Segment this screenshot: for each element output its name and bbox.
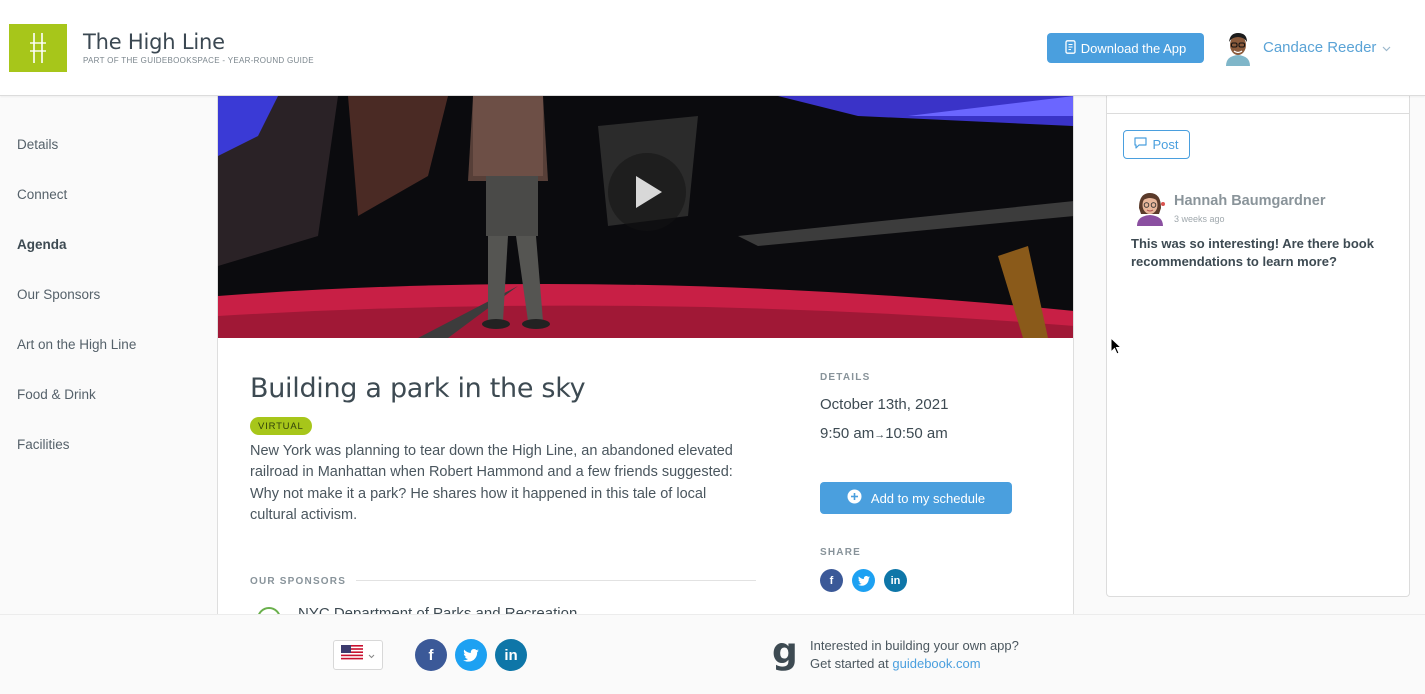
session-description: New York was planning to tear down the H… <box>250 443 733 523</box>
user-name: Candace Reeder <box>1263 39 1377 56</box>
comment-text: This was so interesting! Are there book … <box>1131 236 1374 269</box>
twitter-icon[interactable] <box>455 639 487 671</box>
session-video[interactable] <box>218 96 1073 338</box>
us-flag-icon <box>341 645 363 665</box>
add-to-schedule-label: Add to my schedule <box>870 490 986 506</box>
details-heading: DETAILS <box>820 372 871 383</box>
user-avatar[interactable] <box>1222 30 1254 66</box>
sponsors-heading: OUR SPONSORS <box>250 576 347 587</box>
sidebar-item-connect[interactable]: Connect <box>17 187 67 202</box>
download-app-button[interactable]: Download the App <box>1047 33 1204 63</box>
session-date: October 13th, 2021 <box>820 396 949 413</box>
footer-cta-prefix: Get started at <box>810 656 889 671</box>
play-icon[interactable] <box>608 153 686 231</box>
sidebar-item-details[interactable]: Details <box>17 137 58 152</box>
footer-social-icons: f in <box>415 639 527 671</box>
session-end-time: 10:50 am <box>885 425 948 442</box>
session-title: Building a park in the sky <box>250 373 586 404</box>
sidebar-item-food-drink[interactable]: Food & Drink <box>17 387 96 402</box>
add-to-schedule-button[interactable]: Add to my schedule <box>820 482 1012 514</box>
post-label: Post <box>1152 137 1179 152</box>
twitter-icon[interactable] <box>852 569 875 592</box>
high-line-logo-icon[interactable] <box>9 24 67 72</box>
chevron-down-icon <box>1382 39 1391 56</box>
sidebar-item-our-sponsors[interactable]: Our Sponsors <box>17 287 100 302</box>
footer-cta-line2: Get started at guidebook.com <box>810 656 981 671</box>
post-button[interactable]: Post <box>1123 130 1190 159</box>
download-app-label: Download the App <box>1080 40 1187 56</box>
comment-author[interactable]: Hannah Baumgardner <box>1174 193 1325 209</box>
app-subtitle: PART OF THE GUIDEBOOKSPACE - YEAR-ROUND … <box>83 56 314 65</box>
linkedin-icon[interactable]: in <box>495 639 527 671</box>
arrow-right-icon: → <box>874 429 886 441</box>
virtual-badge: VIRTUAL <box>250 417 312 435</box>
comment-icon <box>1134 137 1148 152</box>
language-selector[interactable] <box>333 640 383 670</box>
facebook-icon[interactable]: f <box>415 639 447 671</box>
page-footer: f in g Interested in building your own a… <box>0 614 1425 694</box>
nyc-parks-logo-icon <box>257 607 281 614</box>
commenter-avatar[interactable] <box>1134 190 1166 226</box>
app-title: The High Line <box>83 30 225 54</box>
comment-time: 3 weeks ago <box>1174 214 1225 224</box>
app-header: The High Line PART OF THE GUIDEBOOKSPACE… <box>0 0 1425 96</box>
cursor-icon <box>1110 336 1123 360</box>
guidebook-logo-icon[interactable]: g <box>772 634 798 670</box>
linkedin-icon[interactable]: in <box>884 569 907 592</box>
plus-circle-icon <box>847 489 862 507</box>
share-icons: f in <box>820 569 907 592</box>
session-time: 9:50 am→10:50 am <box>820 425 948 442</box>
sponsors-divider <box>356 580 756 581</box>
chevron-down-icon <box>368 646 375 664</box>
sponsor-item[interactable]: NYC Department of Parks and Recreation <box>298 605 577 614</box>
comments-panel: Post Hannah Baumgardner 3 weeks ago This… <box>1106 96 1410 597</box>
guidebook-link[interactable]: guidebook.com <box>892 656 980 671</box>
share-heading: SHARE <box>820 547 862 558</box>
session-detail: Building a park in the sky VIRTUAL New Y… <box>217 96 1074 614</box>
session-start-time: 9:50 am <box>820 425 875 442</box>
sidebar-item-facilities[interactable]: Facilities <box>17 437 70 452</box>
footer-cta-line1: Interested in building your own app? <box>810 638 1019 653</box>
facebook-icon[interactable]: f <box>820 569 843 592</box>
panel-divider <box>1107 113 1409 114</box>
sidebar-item-agenda[interactable]: Agenda <box>17 237 67 252</box>
sidebar-item-art-on-the-high-line[interactable]: Art on the High Line <box>17 337 136 352</box>
user-menu[interactable]: Candace Reeder <box>1263 39 1391 56</box>
phone-icon <box>1065 39 1076 57</box>
